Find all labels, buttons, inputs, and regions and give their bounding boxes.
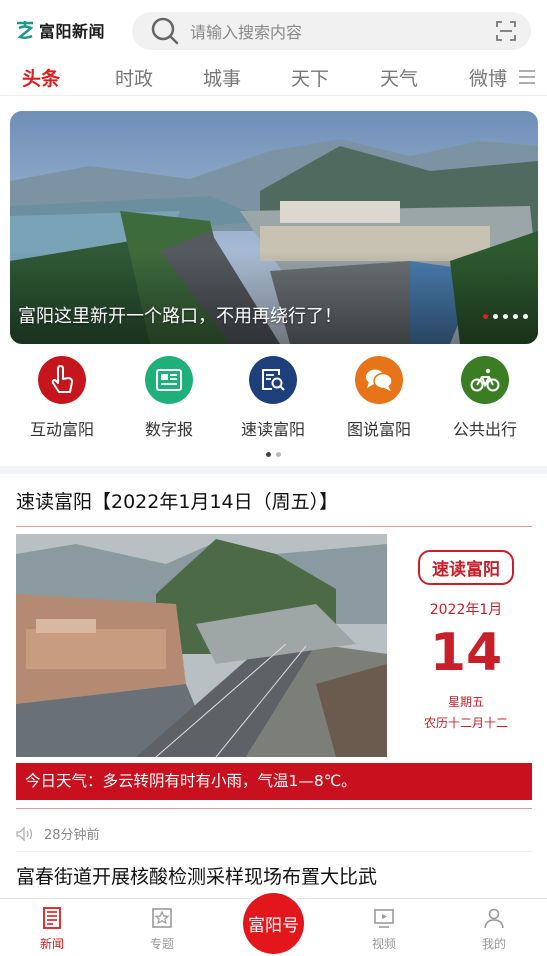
- nav-label: 我的: [481, 937, 506, 951]
- chat-bubble-icon: [355, 356, 403, 404]
- shortcut-label: 互动富阳: [29, 420, 94, 439]
- weather-banner[interactable]: 今日天气：多云转阴有时有小雨，气温1—8℃。: [16, 763, 532, 800]
- banner-carousel[interactable]: 富阳这里新开一个路口，不用再绕行了！: [10, 111, 538, 344]
- nav-label: 视频: [371, 937, 396, 951]
- shortcut-quick-read[interactable]: 速读富阳: [223, 356, 323, 440]
- menu-icon[interactable]: [519, 70, 535, 84]
- article-time: 28分钟前: [44, 828, 100, 843]
- search-bar[interactable]: 请输入搜索内容: [132, 12, 531, 50]
- article-title[interactable]: 速读富阳【2022年1月14日（周五）】: [16, 487, 338, 514]
- app-logo[interactable]: 富阳新闻: [14, 18, 124, 42]
- banner-caption[interactable]: 富阳这里新开一个路口，不用再绕行了！: [18, 302, 342, 328]
- tab-headlines[interactable]: 头条: [22, 64, 60, 91]
- tab-weibo[interactable]: 微博: [469, 64, 507, 91]
- video-icon: [374, 909, 394, 928]
- shortcut-label: 数字报: [144, 420, 193, 439]
- touch-icon: [38, 356, 86, 404]
- scan-icon[interactable]: [495, 20, 517, 42]
- tab-city[interactable]: 城事: [203, 64, 241, 91]
- pager-dot[interactable]: [266, 452, 271, 457]
- article-meta: 28分钟前: [16, 824, 100, 843]
- shortcut-label: 公共出行: [452, 420, 517, 439]
- nav-video[interactable]: 视频: [354, 907, 414, 952]
- shortcut-public-transport[interactable]: 公共出行: [435, 356, 535, 440]
- shortcut-interactive-fuyang[interactable]: 互动富阳: [12, 356, 112, 440]
- next-article-title[interactable]: 富春街道开展核酸检测采样现场布置大比武: [16, 862, 377, 889]
- fuyang-hao-button[interactable]: 富阳号: [243, 893, 304, 954]
- quick-read-badge: 速读富阳: [418, 550, 514, 585]
- logo-text: 富阳新闻: [39, 22, 106, 41]
- bicycle-icon: [461, 356, 509, 404]
- nav-topics[interactable]: 专题: [132, 907, 192, 952]
- date-day: 14: [429, 623, 503, 683]
- pager-dot[interactable]: [276, 452, 281, 457]
- topic-icon: [152, 908, 172, 928]
- shortcut-pager: [266, 452, 281, 457]
- channel-tabs: 头条 时政 城事 天下 天气 微博: [0, 60, 547, 96]
- article-image[interactable]: [16, 534, 387, 757]
- date-month: 2022年1月: [429, 602, 503, 618]
- speaker-icon[interactable]: [16, 826, 36, 841]
- search-input[interactable]: 请输入搜索内容: [190, 19, 495, 43]
- nav-news[interactable]: 新闻: [22, 907, 82, 952]
- shortcut-label: 速读富阳: [240, 420, 305, 439]
- article-divider: [16, 808, 532, 809]
- tab-politics[interactable]: 时政: [115, 64, 153, 91]
- logo-icon: [17, 21, 34, 40]
- tab-world[interactable]: 天下: [291, 64, 329, 91]
- user-icon: [484, 908, 504, 929]
- news-icon: [43, 907, 61, 929]
- banner-dot[interactable]: [483, 314, 488, 319]
- date-lunar: 农历十二月十二: [423, 716, 508, 730]
- search-icon: [151, 17, 179, 45]
- date-weekday: 星期五: [447, 695, 484, 709]
- nav-me[interactable]: 我的: [464, 907, 524, 952]
- shortcut-picture-fuyang[interactable]: 图说富阳: [329, 356, 429, 440]
- nav-label: 专题: [149, 937, 174, 951]
- bottom-navigation: 新闻 专题 富阳号 视频 我的: [0, 893, 547, 956]
- reader-search-icon: [249, 356, 297, 404]
- app-header: 富阳新闻 请输入搜索内容: [0, 0, 547, 60]
- article-divider: [16, 526, 532, 527]
- banner-pager: [483, 314, 528, 319]
- section-divider: [0, 466, 547, 474]
- shortcut-digital-paper[interactable]: 数字报: [119, 356, 219, 440]
- shortcut-grid: 互动富阳 数字报 速读富阳 图说富阳 公共出行: [0, 356, 547, 446]
- newspaper-icon: [145, 356, 193, 404]
- banner-dot[interactable]: [513, 314, 518, 319]
- nav-label: 新闻: [39, 937, 64, 951]
- banner-dot[interactable]: [503, 314, 508, 319]
- banner-dot[interactable]: [523, 314, 528, 319]
- quick-read-date-card: 速读富阳 2022年1月 14 星期五 农历十二月十二: [400, 534, 532, 757]
- tab-weather[interactable]: 天气: [380, 64, 418, 91]
- banner-dot[interactable]: [493, 314, 498, 319]
- list-divider: [16, 851, 532, 852]
- shortcut-label: 图说富阳: [346, 420, 411, 439]
